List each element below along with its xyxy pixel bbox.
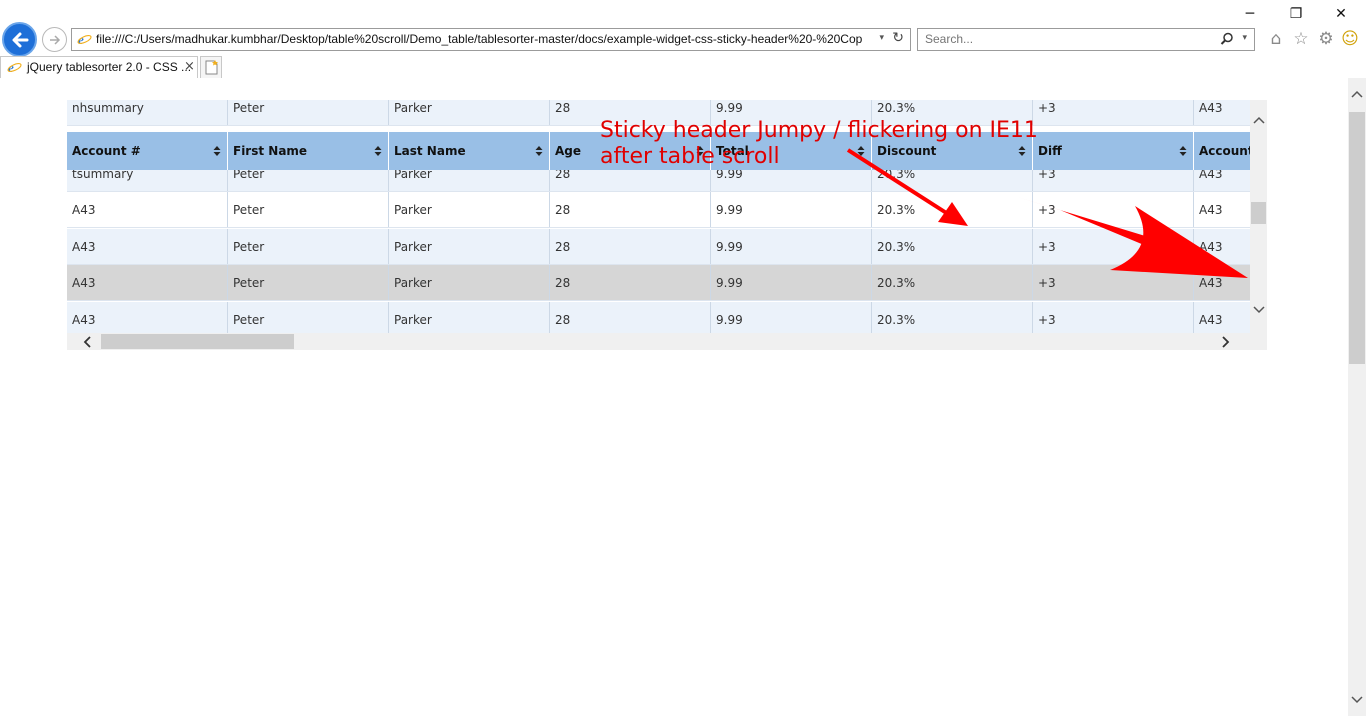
table-cell: 20.3% — [872, 302, 1033, 333]
column-header-label: Account # — [1199, 144, 1250, 158]
sort-arrows-icon[interactable] — [1179, 145, 1187, 157]
scroll-down-icon[interactable] — [1351, 696, 1363, 704]
table-cell: A43 — [67, 265, 228, 300]
table-cell: A43 — [1199, 313, 1223, 327]
table-cell: Parker — [389, 229, 550, 264]
table-cell: 28 — [550, 192, 711, 227]
sort-arrows-icon[interactable] — [535, 145, 543, 157]
table-cell: 9.99 — [711, 192, 872, 227]
sort-arrows-icon[interactable] — [374, 145, 382, 157]
table-cell: 20.3% — [872, 192, 1033, 227]
table-cell: Peter — [228, 100, 389, 125]
back-arrow-icon — [12, 32, 29, 48]
table-cell: 9.99 — [711, 265, 872, 300]
table-cell: A43 — [67, 229, 228, 264]
table-cell: 28 — [550, 302, 711, 333]
table-cell: Parker — [389, 265, 550, 300]
column-header[interactable]: Last Name — [389, 132, 550, 170]
table-cell: Parker — [389, 192, 550, 227]
forward-arrow-icon — [50, 35, 61, 45]
column-header-label: Diff — [1038, 144, 1062, 158]
table-row[interactable]: A43 Peter Parker 28 9.99 20.3% +3 A43 — [67, 229, 1250, 265]
new-tab-button[interactable] — [200, 56, 222, 78]
table-cell: Parker — [389, 100, 550, 125]
column-header-label: Account # — [72, 144, 141, 158]
table-cell: +3 — [1033, 265, 1194, 300]
refresh-icon[interactable]: ↻ — [892, 30, 904, 46]
table-vertical-scrollbar[interactable] — [1250, 100, 1267, 333]
table-cell: Peter — [228, 302, 389, 333]
table-scroll-up-icon[interactable] — [1253, 116, 1265, 124]
home-icon[interactable]: ⌂ — [1266, 29, 1286, 49]
table-hscroll-thumb[interactable] — [101, 334, 294, 349]
address-dropdown-icon[interactable]: ▾ — [879, 33, 884, 43]
table-cell: Parker — [389, 302, 550, 333]
column-header[interactable]: Diff — [1033, 132, 1194, 170]
search-dropdown-icon[interactable]: ▾ — [1242, 33, 1247, 43]
ie-tab-icon: e — [7, 60, 22, 75]
column-header[interactable]: First Name — [228, 132, 389, 170]
ie-page-icon: e — [77, 32, 92, 47]
table-cell: 20.3% — [872, 229, 1033, 264]
tab-title: jQuery tablesorter 2.0 - CSS ... — [27, 60, 192, 74]
annotation-line-1: Sticky header Jumpy / flickering on IE11 — [600, 118, 1038, 143]
table-cell: Peter — [228, 192, 389, 227]
back-button[interactable] — [2, 22, 37, 57]
smiley-feedback-icon[interactable]: ☺ — [1340, 29, 1360, 49]
table-scroll-down-icon[interactable] — [1253, 306, 1265, 314]
forward-button[interactable] — [42, 27, 67, 52]
address-url[interactable]: file:///C:/Users/madhukar.kumbhar/Deskto… — [96, 32, 876, 46]
annotation-line-2: after table scroll — [600, 144, 780, 169]
table-horizontal-scrollbar[interactable] — [67, 333, 1267, 350]
table-cell: +3 — [1033, 302, 1194, 333]
table-cell: A43 — [67, 192, 228, 227]
table-cell: 9.99 — [711, 229, 872, 264]
table-cell: Peter — [228, 265, 389, 300]
column-header-label: Last Name — [394, 144, 466, 158]
column-header[interactable]: Account # — [67, 132, 228, 170]
table-row[interactable]: A43 Peter Parker 28 9.99 20.3% +3 A43 — [67, 265, 1250, 301]
minimize-button[interactable]: ─ — [1235, 4, 1265, 24]
table-cell: nhsummary — [67, 100, 228, 125]
table-scroll-left-icon[interactable] — [83, 336, 91, 348]
table-cell: 9.99 — [711, 302, 872, 333]
scroll-up-icon[interactable] — [1351, 90, 1363, 98]
table-cell: A43 — [67, 302, 228, 333]
table-row[interactable]: A43 Peter Parker 28 9.99 20.3% +3 A43 — [67, 192, 1250, 228]
column-header-label: First Name — [233, 144, 308, 158]
favorites-icon[interactable]: ☆ — [1291, 29, 1311, 49]
table-cell: A43 — [1199, 101, 1223, 115]
page-scroll-thumb[interactable] — [1349, 112, 1365, 364]
annotation-text: Sticky header Jumpy / flickering on IE11… — [600, 118, 1038, 170]
search-icon[interactable] — [1220, 32, 1234, 46]
address-bar[interactable]: e file:///C:/Users/madhukar.kumbhar/Desk… — [71, 28, 911, 51]
table-cell: A43 — [1199, 276, 1223, 290]
table-cell: A43 — [1199, 203, 1223, 217]
table-vscroll-thumb[interactable] — [1251, 202, 1266, 224]
restore-button[interactable]: ❐ — [1281, 4, 1311, 24]
page-vertical-scrollbar[interactable] — [1348, 78, 1366, 716]
search-box[interactable]: ▾ — [917, 28, 1255, 51]
table-cell: +3 — [1033, 192, 1194, 227]
table-cell: +3 — [1033, 229, 1194, 264]
table-cell: 28 — [550, 265, 711, 300]
column-header[interactable]: Account # — [1194, 132, 1250, 170]
column-header-label: Age — [555, 144, 582, 158]
table-cell: 20.3% — [872, 265, 1033, 300]
table-scroll-right-icon[interactable] — [1222, 336, 1230, 348]
table-cell: 28 — [550, 229, 711, 264]
tab-close-icon[interactable]: × — [184, 59, 195, 74]
table-row[interactable]: A43 Peter Parker 28 9.99 20.3% +3 A43 — [67, 302, 1250, 333]
search-input[interactable] — [925, 32, 1205, 46]
new-tab-icon — [205, 60, 218, 75]
table-cell: Peter — [228, 229, 389, 264]
table-cell: +3 — [1033, 100, 1194, 125]
tab-active[interactable]: e jQuery tablesorter 2.0 - CSS ... × — [0, 56, 198, 78]
sort-arrows-icon[interactable] — [213, 145, 221, 157]
settings-icon[interactable]: ⚙ — [1316, 29, 1336, 49]
browser-chrome: ─ ❐ ✕ e file:///C:/Users/madhukar.kumbha… — [0, 0, 1366, 78]
close-window-button[interactable]: ✕ — [1326, 4, 1356, 24]
table-cell: A43 — [1199, 240, 1223, 254]
